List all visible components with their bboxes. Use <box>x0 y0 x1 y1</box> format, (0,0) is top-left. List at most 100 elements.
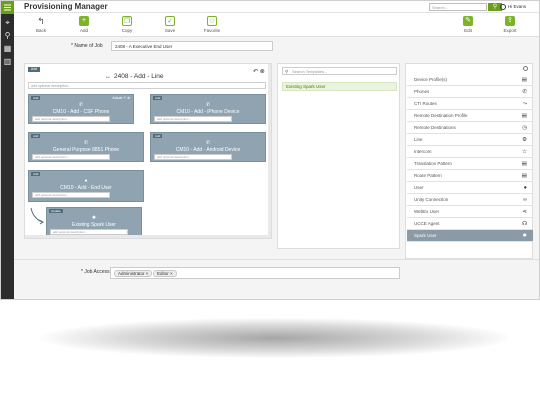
export-button[interactable]: ⇪ Export <box>498 16 522 33</box>
menu-icon[interactable] <box>1 1 14 14</box>
list-item-route-pattern[interactable]: Route Pattern ▤ <box>407 170 533 182</box>
phone-icon: ✆ <box>83 140 89 146</box>
connector-arrow-icon <box>30 207 44 225</box>
phone-icon: ✆ <box>522 89 527 95</box>
template-item[interactable]: Existing Spark User <box>282 82 397 91</box>
model-type-list: Device Profile(s) ▤ Phones ✆ CTI Routes ⤳ R… <box>405 63 533 259</box>
add-label: Add <box>79 28 88 33</box>
card-description-input[interactable]: add optional description... <box>154 154 232 160</box>
phone-icon: ✆ <box>205 140 211 146</box>
list-item-remote-destinations[interactable]: Remote Destinations ◷ <box>407 122 533 134</box>
list-item-label: WebEx User <box>414 209 440 214</box>
phone-icon: ✆ <box>78 102 84 108</box>
list-item-translation-pattern[interactable]: Translation Pattern ▤ <box>407 158 533 170</box>
job-name-input[interactable]: 2408 - A Executive End User <box>111 41 273 51</box>
toolbar: ↰ Back + Add ❐ Copy ✓ Save ☆ Favorite ✎ … <box>14 13 539 37</box>
list-item-user[interactable]: User ● <box>407 182 533 194</box>
chart-icon[interactable]: ▥ <box>3 57 12 66</box>
workflow-card[interactable]: Add Actual ↶ ⊗ ✆ CM10 - Add - CSF Phone … <box>28 94 134 124</box>
list-item-cti-routes[interactable]: CTI Routes ⤳ <box>407 98 533 110</box>
workflow-canvas: Add ↔ 2408 - Add - Line ↶ ⊗ add optional … <box>24 63 272 239</box>
user-icon: ● <box>84 178 88 184</box>
list-item-label: Intercom <box>414 149 432 154</box>
workflow-card[interactable]: Add ✆ CM10 - Add - Android Device add op… <box>150 132 266 162</box>
document-icon: ▤ <box>521 77 527 83</box>
pencil-icon: ✎ <box>463 16 473 26</box>
undo-icon[interactable]: ↶ <box>123 96 126 100</box>
list-item-remote-destination-profile[interactable]: Remote Destination Profile ▤ <box>407 110 533 122</box>
card-description-input[interactable]: add optional description... <box>154 116 232 122</box>
access-chip-editor[interactable]: Editor × <box>153 270 177 277</box>
document-icon: ▤ <box>521 113 527 119</box>
list-item-spark-user[interactable]: Spark User ✹ <box>407 230 533 242</box>
vertical-scrollbar[interactable] <box>268 64 271 238</box>
list-item-intercom[interactable]: Intercom ☆ <box>407 146 533 158</box>
workflow-card[interactable]: Add ✆ CM10 - Add - iPhone Device add opt… <box>150 94 266 124</box>
chip-label: Editor <box>157 271 169 276</box>
card-tag: Add <box>31 172 41 176</box>
card-description-input[interactable]: add optional description... <box>32 154 110 160</box>
list-item-ucce-agent[interactable]: UCCE Agent ☊ <box>407 218 533 230</box>
horizontal-scrollbar[interactable] <box>25 235 269 238</box>
save-button[interactable]: ✓ Save <box>158 16 182 33</box>
nav-rail: ⌖ ⚲ ▦ ▥ <box>1 1 14 299</box>
template-search-input[interactable]: ⚲ Search Templates... <box>282 67 397 75</box>
app-header: Provisioning Manager Search... ⚲ Hi Evan… <box>14 1 539 13</box>
remove-icon[interactable]: × <box>146 271 149 276</box>
card-title: CM10 - Add - iPhone Device <box>176 109 240 115</box>
route-icon: ⤳ <box>522 101 527 107</box>
workflow-title-text: 2408 - Add - Line <box>114 73 164 80</box>
job-access-label: * Job Access <box>81 269 110 275</box>
radio-icon[interactable] <box>523 66 528 71</box>
card-tools-label: Actual <box>112 96 123 100</box>
headset-icon: ☊ <box>522 221 527 227</box>
undo-icon[interactable]: ↶ <box>253 69 258 75</box>
workflow-card[interactable]: Add ● CM10 - Add - End User add optional… <box>28 170 144 202</box>
workflow-title: ↔ 2408 - Add - Line <box>105 73 164 80</box>
list-item-label: Route Pattern <box>414 173 442 178</box>
card-tools: Actual ↶ ⊗ <box>112 96 130 100</box>
job-name-label: * Name of Job <box>71 43 103 49</box>
list-item-phones[interactable]: Phones ✆ <box>407 86 533 98</box>
workflow-card[interactable]: Update ✹ Existing Spark User add optiona… <box>46 207 142 237</box>
workflow-description-input[interactable]: add optional description... <box>28 82 266 89</box>
user-menu[interactable]: Hi Evans <box>500 3 526 11</box>
close-icon[interactable]: ⊗ <box>260 69 265 75</box>
add-button[interactable]: + Add <box>72 16 96 33</box>
check-icon: ✓ <box>165 16 175 26</box>
list-item-label: Unity Connection <box>414 197 449 202</box>
copy-button[interactable]: ❐ Copy <box>115 16 139 33</box>
clock-icon: ◷ <box>522 125 527 131</box>
search-icon: ⚲ <box>492 4 498 10</box>
list-item-webex-user[interactable]: WebEx User ⋖ <box>407 206 533 218</box>
workflow-card[interactable]: Add ✆ General Purpose 8851 Phone add opt… <box>28 132 144 162</box>
close-icon[interactable]: ⊗ <box>127 96 130 100</box>
list-item-label: Line <box>414 137 423 142</box>
templates-panel: ⚲ Search Templates... Existing Spark User <box>277 63 400 249</box>
swap-arrows-icon: ↔ <box>105 74 111 80</box>
grid-icon[interactable]: ▦ <box>3 44 12 53</box>
location-icon[interactable]: ⌖ <box>3 18 12 27</box>
list-item-label: User <box>414 185 424 190</box>
list-item-label: Remote Destinations <box>414 125 456 130</box>
search-input[interactable]: Search... <box>429 3 487 11</box>
card-description-input[interactable]: add optional description... <box>32 116 110 122</box>
list-item-device-profile[interactable]: Device Profile(s) ▤ <box>407 74 533 86</box>
list-item-line[interactable]: Line ⚙ <box>407 134 533 146</box>
tree-icon[interactable]: ⚲ <box>3 31 12 40</box>
list-item-unity-connection[interactable]: Unity Connection ∞ <box>407 194 533 206</box>
app-title: Provisioning Manager <box>24 2 108 11</box>
favorite-label: Favorite <box>203 28 221 33</box>
back-button[interactable]: ↰ Back <box>29 16 53 33</box>
card-title: Existing Spark User <box>72 222 116 228</box>
card-description-input[interactable]: add optional description... <box>32 192 110 198</box>
workflow-add-tag[interactable]: Add <box>28 67 41 72</box>
remove-icon[interactable]: × <box>170 271 173 276</box>
workflow-actions: ↶ ⊗ <box>253 68 265 75</box>
plus-icon: + <box>79 16 89 26</box>
access-chip-administrator[interactable]: Administrator × <box>114 270 153 277</box>
job-access-input[interactable]: Administrator × Editor × <box>110 267 400 279</box>
search-icon: ⚲ <box>285 69 289 74</box>
edit-button[interactable]: ✎ Edit <box>456 16 480 33</box>
favorite-button[interactable]: ☆ Favorite <box>200 16 224 33</box>
